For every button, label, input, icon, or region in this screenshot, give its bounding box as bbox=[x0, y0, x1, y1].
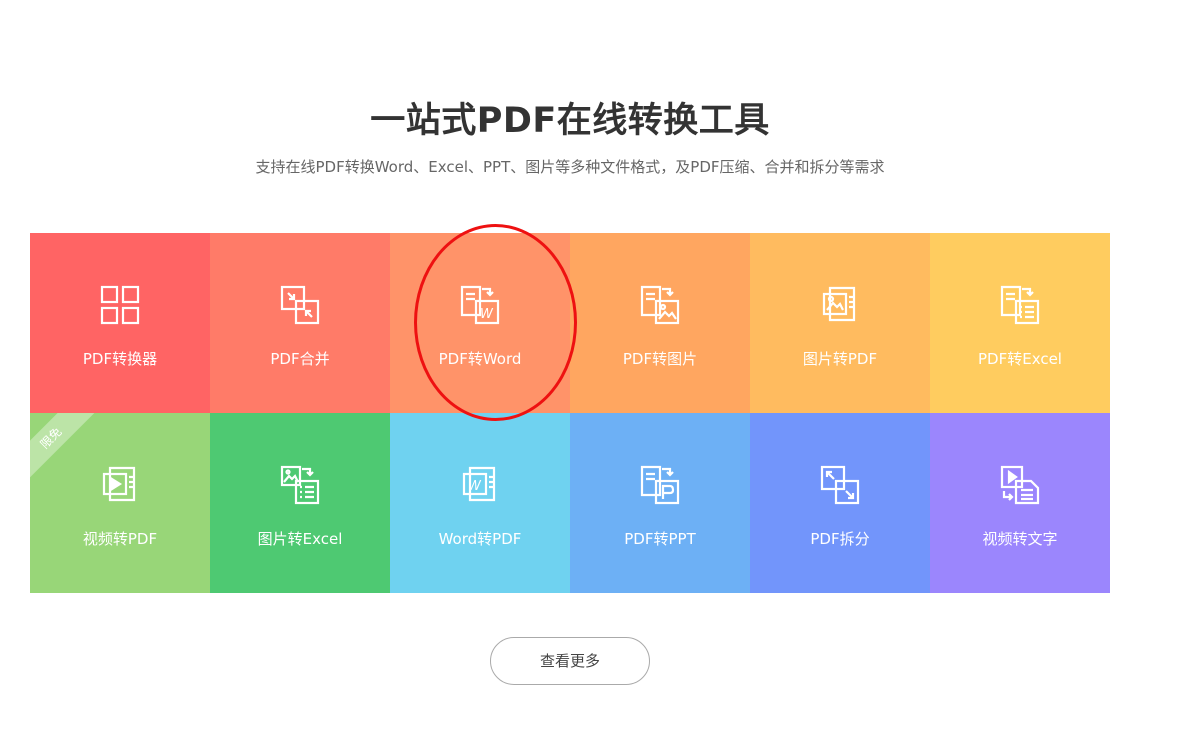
tile-pdf-converter[interactable]: PDF转换器 bbox=[30, 233, 210, 413]
tile-label: Word转PDF bbox=[438, 530, 522, 548]
tile-pdf-merge[interactable]: PDF合并 bbox=[210, 233, 390, 413]
tile-label: 图片转PDF bbox=[802, 350, 878, 368]
merge-icon bbox=[280, 285, 320, 325]
word-to-pdf-icon: W bbox=[460, 465, 500, 505]
tile-image-to-pdf[interactable]: 图片转PDF bbox=[750, 233, 930, 413]
page-subtitle: 支持在线PDF转换Word、Excel、PPT、图片等多种文件格式，及PDF压缩… bbox=[255, 158, 885, 176]
pdf-to-excel-icon bbox=[1000, 285, 1040, 325]
split-icon bbox=[820, 465, 860, 505]
tile-pdf-to-ppt[interactable]: PDF转PPT bbox=[570, 413, 750, 593]
tile-label: PDF转PPT bbox=[624, 530, 696, 548]
video-to-text-icon bbox=[1000, 465, 1040, 505]
page: 一站式PDF在线转换工具 支持在线PDF转换Word、Excel、PPT、图片等… bbox=[0, 0, 1198, 741]
tile-pdf-to-image[interactable]: PDF转图片 bbox=[570, 233, 750, 413]
tile-word-to-pdf[interactable]: W Word转PDF bbox=[390, 413, 570, 593]
free-badge: 限免 bbox=[30, 413, 100, 487]
tile-label: PDF转Excel bbox=[978, 350, 1062, 368]
tile-pdf-to-excel[interactable]: PDF转Excel bbox=[930, 233, 1110, 413]
image-to-pdf-icon bbox=[820, 285, 860, 325]
tile-label: 图片转Excel bbox=[257, 530, 343, 548]
grid-icon bbox=[100, 285, 140, 325]
pdf-to-ppt-icon bbox=[640, 465, 680, 505]
page-title: 一站式PDF在线转换工具 bbox=[370, 101, 770, 141]
pdf-to-word-icon: W bbox=[460, 285, 500, 325]
tile-label: PDF转图片 bbox=[622, 350, 698, 368]
tile-label: PDF合并 bbox=[270, 350, 330, 368]
tile-video-to-pdf[interactable]: 限免 视频转PDF bbox=[30, 413, 210, 593]
tool-grid: PDF转换器 PDF合并 W PDF转Word PDF转图片 图片转PDF PD… bbox=[30, 233, 1110, 593]
svg-text:W: W bbox=[468, 479, 482, 494]
svg-text:W: W bbox=[480, 307, 494, 322]
pdf-to-image-icon bbox=[640, 285, 680, 325]
tile-label: PDF转换器 bbox=[82, 350, 158, 368]
video-to-pdf-icon bbox=[100, 465, 140, 505]
tile-image-to-excel[interactable]: 图片转Excel bbox=[210, 413, 390, 593]
tile-label: 视频转PDF bbox=[82, 530, 158, 548]
tile-label: PDF转Word bbox=[438, 350, 522, 368]
tile-label: PDF拆分 bbox=[810, 530, 870, 548]
image-to-excel-icon bbox=[280, 465, 320, 505]
view-more-button[interactable]: 查看更多 bbox=[490, 637, 650, 685]
tile-pdf-to-word[interactable]: W PDF转Word bbox=[390, 233, 570, 413]
tile-pdf-split[interactable]: PDF拆分 bbox=[750, 413, 930, 593]
tile-video-to-text[interactable]: 视频转文字 bbox=[930, 413, 1110, 593]
tile-label: 视频转文字 bbox=[982, 530, 1058, 548]
